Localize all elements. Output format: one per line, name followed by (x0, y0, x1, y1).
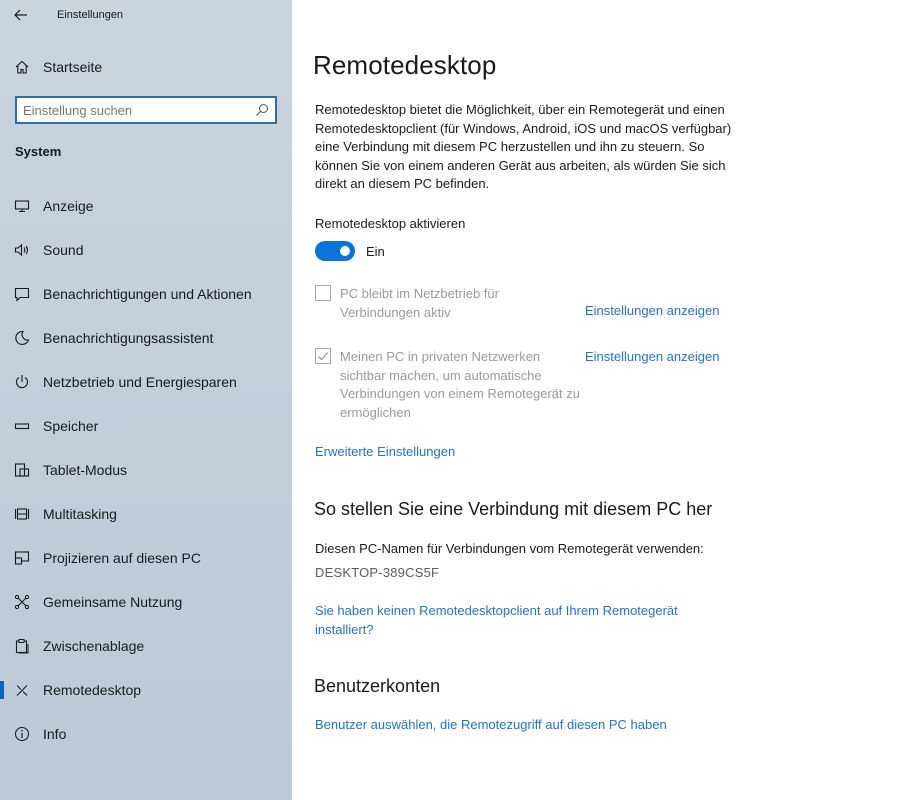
sidebar: Einstellungen Startseite System (0, 0, 292, 800)
clipboard-icon (13, 637, 31, 655)
sidebar-item-power[interactable]: Netzbetrieb und Energiesparen (0, 360, 292, 404)
sidebar-item-label: Multitasking (43, 506, 117, 522)
back-arrow-icon (14, 9, 27, 21)
info-icon (13, 725, 31, 743)
pc-name-value: DESKTOP-389CS5F (315, 565, 440, 580)
sidebar-nav-list: Anzeige Sound Benachrichtigungen und Akt… (0, 184, 292, 756)
no-client-installed-link[interactable]: Sie haben keinen Remotedesktopclient auf… (315, 602, 715, 639)
sidebar-item-clipboard[interactable]: Zwischenablage (0, 624, 292, 668)
sidebar-item-label: Sound (43, 242, 84, 258)
select-users-link[interactable]: Benutzer auswählen, die Remotezugriff au… (315, 717, 667, 732)
sidebar-item-label: Benachrichtigungen und Aktionen (43, 286, 252, 302)
multitasking-icon (13, 505, 31, 523)
toggle-state-label: Ein (366, 244, 385, 259)
sidebar-item-focus-assist[interactable]: Benachrichtigungsassistent (0, 316, 292, 360)
pc-name-instruction: Diesen PC-Namen für Verbindungen vom Rem… (315, 541, 704, 556)
sidebar-item-sound[interactable]: Sound (0, 228, 292, 272)
sidebar-item-label: Info (43, 726, 67, 742)
sidebar-item-multitasking[interactable]: Multitasking (0, 492, 292, 536)
sidebar-item-label: Zwischenablage (43, 638, 145, 654)
sidebar-item-label: Netzbetrieb und Energiesparen (43, 374, 237, 390)
home-icon (13, 58, 31, 76)
search-input[interactable] (23, 100, 248, 120)
page-title: Remotedesktop (313, 50, 497, 80)
sidebar-item-label: Anzeige (43, 198, 94, 214)
sidebar-item-label: Benachrichtigungsassistent (43, 330, 214, 346)
checkbox-label: PC bleibt im Netzbetrieb für Verbindunge… (340, 286, 499, 320)
main-content: Remotedesktop Remotedesktop bietet die M… (292, 0, 915, 800)
sidebar-item-shared-experiences[interactable]: Gemeinsame Nutzung (0, 580, 292, 624)
window-title: Einstellungen (57, 9, 124, 21)
notification-icon (13, 285, 31, 303)
power-icon (13, 373, 31, 391)
advanced-settings-link[interactable]: Erweiterte Einstellungen (315, 444, 455, 459)
sidebar-item-project[interactable]: Projizieren auf diesen PC (0, 536, 292, 580)
sidebar-item-label: Remotedesktop (43, 682, 142, 698)
title-bar: Einstellungen (0, 0, 292, 32)
remote-desktop-toggle[interactable] (315, 241, 355, 261)
tablet-mode-icon (13, 461, 31, 479)
search-icon[interactable] (254, 102, 270, 118)
page-description: Remotedesktop bietet die Möglichkeit, üb… (315, 102, 732, 191)
sidebar-item-info[interactable]: Info (0, 712, 292, 756)
accounts-section-heading: Benutzerkonten (314, 676, 441, 696)
keep-awake-checkbox[interactable] (315, 285, 331, 301)
sidebar-item-label: Gemeinsame Nutzung (43, 594, 183, 610)
sidebar-item-remote-desktop[interactable]: Remotedesktop (0, 668, 292, 712)
sidebar-item-label: Projizieren auf diesen PC (43, 550, 201, 566)
toggle-label: Remotedesktop aktivieren (315, 216, 466, 231)
sidebar-item-storage[interactable]: Speicher (0, 404, 292, 448)
remote-desktop-icon (13, 681, 31, 699)
sidebar-section-title: System (15, 144, 62, 159)
active-indicator (0, 681, 4, 699)
sidebar-item-label: Speicher (43, 418, 99, 434)
connect-section-heading: So stellen Sie eine Verbindung mit diese… (314, 499, 713, 519)
moon-icon (13, 329, 31, 347)
sidebar-item-label: Tablet-Modus (43, 462, 128, 478)
search-box (15, 96, 277, 124)
sidebar-item-home[interactable]: Startseite (0, 52, 292, 82)
sidebar-item-tablet-mode[interactable]: Tablet-Modus (0, 448, 292, 492)
shared-experiences-icon (13, 593, 31, 611)
display-icon (13, 197, 31, 215)
sidebar-item-display[interactable]: Anzeige (0, 184, 292, 228)
project-icon (13, 549, 31, 567)
settings-window: Einstellungen Startseite System (0, 0, 915, 800)
speaker-icon (13, 241, 31, 259)
discoverable-checkbox[interactable] (315, 348, 331, 364)
back-button[interactable] (8, 4, 34, 26)
sidebar-item-label: Startseite (43, 59, 103, 75)
storage-icon (13, 417, 31, 435)
checkbox-label: Meinen PC in privaten Netzwerken sichtba… (340, 349, 580, 420)
discoverable-settings-link[interactable]: Einstellungen anzeigen (585, 349, 719, 364)
checkmark-icon (318, 352, 328, 361)
toggle-knob (340, 246, 350, 256)
keep-awake-settings-link[interactable]: Einstellungen anzeigen (585, 303, 719, 318)
sidebar-item-notifications[interactable]: Benachrichtigungen und Aktionen (0, 272, 292, 316)
